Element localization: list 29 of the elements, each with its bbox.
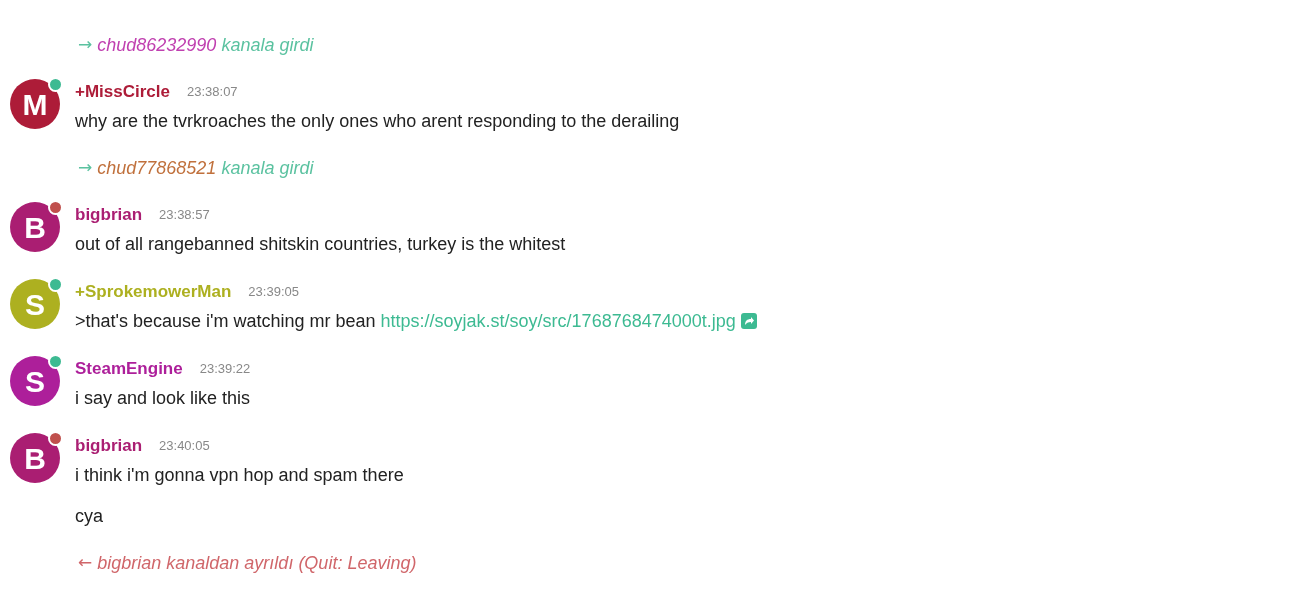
nickname[interactable]: chud86232990 <box>97 31 217 59</box>
message-text: i say and look like this <box>75 386 251 410</box>
username[interactable]: bigbrian <box>75 202 143 228</box>
avatar[interactable]: S <box>10 356 60 406</box>
share-icon[interactable] <box>740 313 757 329</box>
nickname[interactable]: bigbrian <box>97 549 162 577</box>
message-text: out of all rangebanned shitskin countries, turkey is the whitest <box>75 232 566 256</box>
message-text: i think i'm gonna vpn hop and spam there <box>75 463 404 487</box>
username[interactable]: bigbrian <box>75 433 143 459</box>
timestamp: 23:38:57 <box>159 206 210 225</box>
event-text: kanala girdi <box>221 156 314 180</box>
event-text: kanala girdi <box>221 33 314 57</box>
message-text: why are the tvrkroaches the only ones who arent responding to the derailing <box>75 109 680 133</box>
timestamp: 23:39:22 <box>199 360 251 379</box>
message-text: cya <box>75 504 103 528</box>
nickname[interactable]: chud77868521 <box>97 154 217 182</box>
timestamp: 23:39:05 <box>248 283 299 302</box>
timestamp: 23:38:07 <box>187 83 238 102</box>
avatar[interactable]: M <box>10 79 60 129</box>
arrow-icon: → <box>78 155 93 181</box>
avatar[interactable]: B <box>10 433 60 483</box>
message-text: >that's because i'm watching mr bean <box>75 309 376 333</box>
event-text: kanaldan ayrıldı (Quit: Leaving) <box>166 551 417 575</box>
avatar[interactable]: B <box>10 202 60 252</box>
arrow-icon: ← <box>78 550 93 576</box>
arrow-icon: → <box>78 32 93 58</box>
timestamp: 23:40:05 <box>159 437 210 456</box>
username[interactable]: SteamEngine <box>75 356 183 382</box>
username[interactable]: +MissCircle <box>75 79 170 105</box>
